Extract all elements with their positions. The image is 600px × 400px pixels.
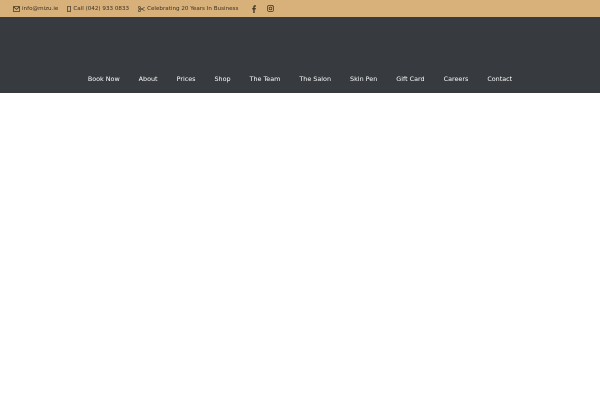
page-content-area [0,93,600,400]
envelope-icon [13,5,20,12]
email-link[interactable]: info@mizu.ie [13,6,58,12]
nav-item-skin-pen[interactable]: Skin Pen [350,75,377,83]
scissors-icon [138,5,145,12]
phone-text: Call (042) 933 0833 [73,5,130,12]
nav-item-the-salon[interactable]: The Salon [299,75,331,83]
nav-item-the-team[interactable]: The Team [250,75,281,83]
top-info-bar: info@mizu.ie Call (042) 933 0833 Celebra… [0,0,600,17]
nav-item-book-now[interactable]: Book Now [88,75,120,83]
instagram-icon[interactable] [265,4,275,14]
nav-item-about[interactable]: About [139,75,158,83]
phone-link[interactable]: Call (042) 933 0833 [67,5,130,12]
nav-item-gift-card[interactable]: Gift Card [396,75,424,83]
nav-item-careers[interactable]: Careers [444,75,469,83]
facebook-icon[interactable] [249,4,259,14]
tagline: Celebrating 20 Years In Business [138,6,238,12]
mobile-phone-icon [67,5,72,12]
nav-item-prices[interactable]: Prices [177,75,196,83]
email-text: info@mizu.ie [22,5,59,12]
social-links [249,4,281,14]
site-header: Book Now About Prices Shop The Team The … [0,17,600,93]
tagline-text: Celebrating 20 Years In Business [147,5,239,12]
main-navigation: Book Now About Prices Shop The Team The … [0,72,600,86]
nav-item-shop[interactable]: Shop [215,75,231,83]
nav-item-contact[interactable]: Contact [487,75,512,83]
